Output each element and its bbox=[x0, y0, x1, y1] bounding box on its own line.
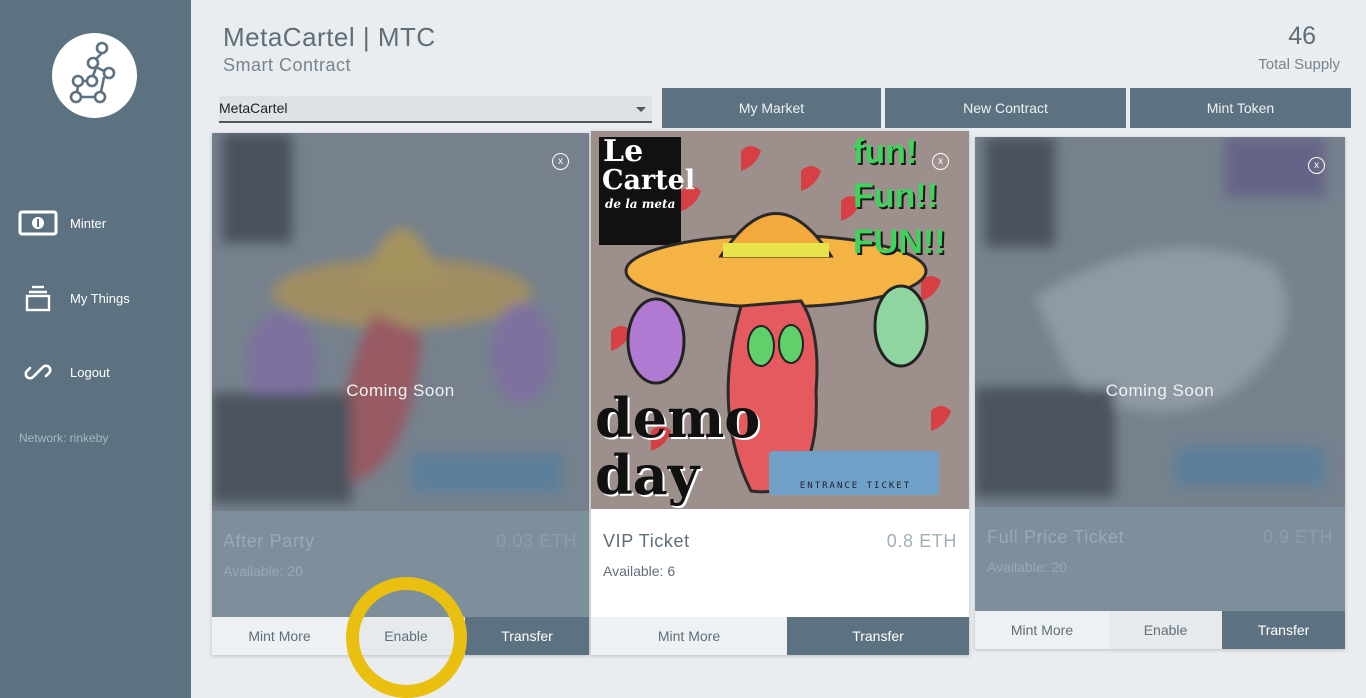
token-price: 0.03 ETH bbox=[496, 531, 577, 551]
token-image bbox=[975, 137, 1345, 507]
token-available: Available: 20 bbox=[987, 559, 1067, 575]
total-supply-label: Total Supply bbox=[1258, 56, 1340, 73]
sidebar-item-label: Minter bbox=[70, 215, 107, 231]
token-image: Le Cartel de la meta fun! Fun!! FUN!! de… bbox=[591, 131, 969, 509]
page-title: MetaCartel | MTC bbox=[223, 22, 436, 52]
token-card-full-price-ticket: x Coming Soon Full Price Ticket 0.9 ETH … bbox=[975, 137, 1345, 649]
total-supply-value: 46 bbox=[1288, 22, 1316, 50]
mint-token-button[interactable]: Mint Token bbox=[1130, 88, 1351, 128]
sidebar-item-label: Logout bbox=[70, 364, 110, 380]
cartel-brand-badge: Le Cartel de la meta bbox=[602, 134, 696, 211]
token-name: Full Price Ticket bbox=[987, 527, 1125, 547]
transfer-button[interactable]: Transfer bbox=[465, 617, 589, 655]
fun-text: FUN!! bbox=[853, 223, 946, 261]
token-name: VIP Ticket bbox=[603, 531, 690, 551]
close-icon[interactable]: x bbox=[552, 153, 569, 170]
my-market-button[interactable]: My Market bbox=[662, 88, 881, 128]
token-image bbox=[212, 133, 589, 511]
mint-more-button[interactable]: Mint More bbox=[975, 611, 1109, 649]
mint-more-button[interactable]: Mint More bbox=[212, 617, 347, 655]
sidebar-item-my-things[interactable]: My Things bbox=[18, 280, 130, 316]
token-available: Available: 6 bbox=[603, 563, 676, 579]
caret-down-icon bbox=[636, 107, 646, 112]
token-name: After Party bbox=[223, 531, 315, 551]
fun-text: fun! bbox=[853, 133, 918, 171]
coming-soon-overlay: Coming Soon bbox=[1105, 381, 1215, 400]
flowchart-logo-icon bbox=[69, 41, 116, 104]
close-icon[interactable]: x bbox=[1308, 157, 1325, 174]
new-contract-button[interactable]: New Contract bbox=[885, 88, 1126, 128]
coming-soon-overlay: Coming Soon bbox=[346, 381, 455, 400]
sidebar: Minter My Things Logout Network: rinkeby bbox=[0, 0, 191, 698]
banknote-icon bbox=[18, 207, 58, 239]
token-card-vip-ticket: Le Cartel de la meta fun! Fun!! FUN!! de… bbox=[591, 131, 969, 655]
mint-more-button[interactable]: Mint More bbox=[591, 617, 787, 655]
page-subtitle: Smart Contract bbox=[223, 55, 352, 75]
highlight-ring bbox=[346, 577, 467, 698]
entrance-ticket-text: ENTRANCE TICKET bbox=[799, 481, 912, 491]
stack-icon bbox=[18, 282, 58, 314]
token-price: 0.8 ETH bbox=[886, 531, 957, 551]
link-icon bbox=[18, 356, 58, 388]
token-available: Available: 20 bbox=[223, 563, 303, 579]
contract-select-value: MetaCartel bbox=[219, 100, 288, 116]
network-label: Network: rinkeby bbox=[19, 431, 109, 445]
close-icon[interactable]: x bbox=[932, 153, 949, 170]
fun-text: Fun!! bbox=[853, 177, 938, 215]
day-text: day bbox=[595, 443, 700, 507]
transfer-button[interactable]: Transfer bbox=[787, 617, 969, 655]
enable-button[interactable]: Enable bbox=[1109, 611, 1222, 649]
contract-select[interactable]: MetaCartel bbox=[219, 96, 652, 123]
demo-text: demo bbox=[595, 386, 761, 450]
sidebar-item-label: My Things bbox=[70, 290, 130, 306]
token-price: 0.9 ETH bbox=[1262, 527, 1333, 547]
transfer-button[interactable]: Transfer bbox=[1222, 611, 1345, 649]
app-logo bbox=[52, 33, 137, 118]
sidebar-item-logout[interactable]: Logout bbox=[18, 354, 110, 390]
sidebar-item-minter[interactable]: Minter bbox=[18, 205, 106, 241]
